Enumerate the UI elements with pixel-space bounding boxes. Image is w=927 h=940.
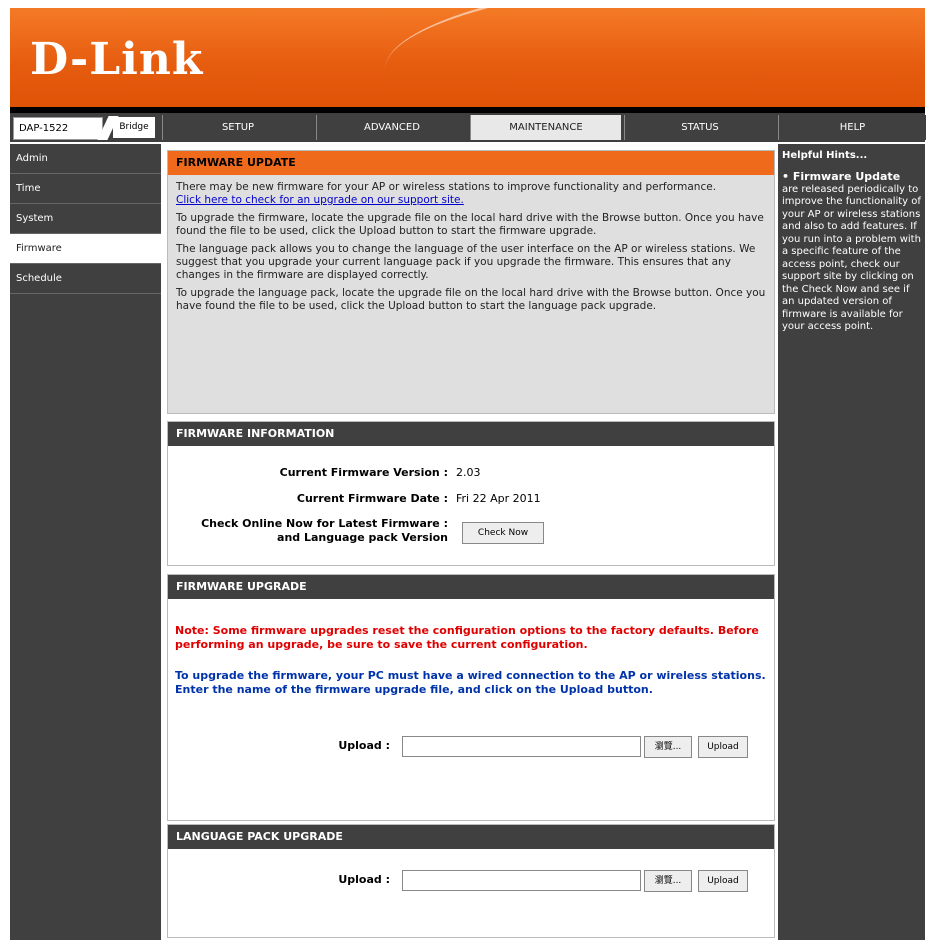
help-panel: Helpful Hints... • Firmware Update are r… <box>778 144 925 940</box>
firmware-update-paragraph-1: There may be new firmware for your AP or… <box>176 181 766 207</box>
main-content: FIRMWARE UPDATE There may be new firmwar… <box>162 144 777 940</box>
header-banner: D-Link <box>10 8 925 107</box>
language-pack-panel: LANGUAGE PACK UPGRADE Upload : 瀏覽... Upl… <box>167 824 775 938</box>
firmware-update-content: There may be new firmware for your AP or… <box>168 175 774 324</box>
firmware-update-intro: There may be new firmware for your AP or… <box>176 181 717 193</box>
language-file-input[interactable] <box>402 870 641 891</box>
model-label: DAP-1522 <box>13 117 103 140</box>
firmware-upgrade-instructions: To upgrade the firmware, your PC must ha… <box>175 669 766 696</box>
firmware-file-input[interactable] <box>402 736 641 757</box>
support-site-link[interactable]: Click here to check for an upgrade on ou… <box>176 194 464 206</box>
check-online-label-line2: and Language pack Version <box>277 531 448 544</box>
language-upload-button[interactable]: Upload <box>698 870 748 892</box>
firmware-upload-label: Upload : <box>338 739 390 752</box>
firmware-information-title: FIRMWARE INFORMATION <box>168 422 774 446</box>
dlink-logo: D-Link <box>30 34 204 85</box>
tab-maintenance[interactable]: MAINTENANCE <box>470 115 621 140</box>
firmware-update-title: FIRMWARE UPDATE <box>168 151 774 175</box>
tab-setup[interactable]: SETUP <box>162 115 313 140</box>
sidebar-item-firmware[interactable]: Firmware <box>10 234 161 264</box>
help-title: Helpful Hints... <box>782 150 868 161</box>
language-pack-title: LANGUAGE PACK UPGRADE <box>168 825 774 849</box>
sidebar-item-admin[interactable]: Admin <box>10 144 161 174</box>
tab-advanced[interactable]: ADVANCED <box>316 115 467 140</box>
help-heading: • Firmware Update <box>782 170 901 183</box>
firmware-date-value: Fri 22 Apr 2011 <box>456 492 541 505</box>
firmware-date-label: Current Firmware Date : <box>296 492 448 505</box>
firmware-upgrade-title: FIRMWARE UPGRADE <box>168 575 774 599</box>
sidebar-item-time[interactable]: Time <box>10 174 161 204</box>
firmware-update-paragraph-3: The language pack allows you to change t… <box>176 243 756 281</box>
firmware-version-label: Current Firmware Version : <box>279 466 448 479</box>
sidebar-item-schedule[interactable]: Schedule <box>10 264 161 294</box>
firmware-version-value: 2.03 <box>456 466 481 479</box>
tab-help[interactable]: HELP <box>778 115 926 140</box>
firmware-upgrade-note: Note: Some firmware upgrades reset the c… <box>175 624 759 651</box>
firmware-information-panel: FIRMWARE INFORMATION Current Firmware Ve… <box>167 421 775 566</box>
header-swoosh <box>380 8 925 107</box>
tab-status[interactable]: STATUS <box>624 115 775 140</box>
mode-label: Bridge <box>113 117 155 138</box>
firmware-update-paragraph-4: To upgrade the language pack, locate the… <box>176 287 766 312</box>
help-text: are released periodically to improve the… <box>782 183 921 333</box>
firmware-upload-button[interactable]: Upload <box>698 736 748 758</box>
language-browse-button[interactable]: 瀏覽... <box>644 870 692 892</box>
check-online-label: Check Online Now for Latest Firmware : <box>201 517 448 530</box>
language-upload-label: Upload : <box>338 873 390 886</box>
firmware-browse-button[interactable]: 瀏覽... <box>644 736 692 758</box>
check-now-button[interactable]: Check Now <box>462 522 544 544</box>
firmware-update-paragraph-2: To upgrade the firmware, locate the upgr… <box>176 212 764 237</box>
sidebar: Admin Time System Firmware Schedule <box>10 144 161 940</box>
firmware-upgrade-panel: FIRMWARE UPGRADE Note: Some firmware upg… <box>167 574 775 821</box>
help-body: • Firmware Update are released periodica… <box>778 167 925 338</box>
firmware-update-panel: FIRMWARE UPDATE There may be new firmwar… <box>167 150 775 414</box>
sidebar-item-system[interactable]: System <box>10 204 161 234</box>
